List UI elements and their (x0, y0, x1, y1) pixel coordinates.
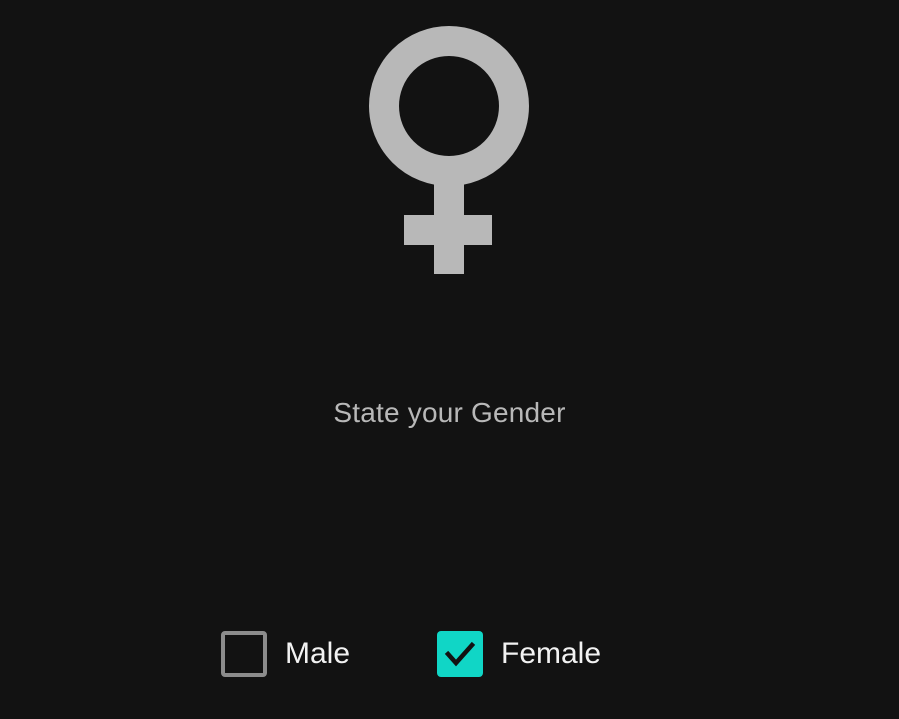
female-symbol-icon (369, 26, 529, 274)
male-option[interactable]: Male (221, 630, 350, 678)
checkmark-icon (444, 641, 476, 667)
gender-prompt: State your Gender (333, 397, 566, 428)
male-label[interactable]: Male (285, 637, 350, 671)
gender-selection-screen: State your Gender Male Female (0, 0, 899, 719)
female-option[interactable]: Female (437, 630, 601, 678)
female-label[interactable]: Female (501, 637, 601, 671)
gender-options: Male Female (0, 630, 899, 678)
female-checkbox[interactable] (437, 631, 483, 677)
male-checkbox[interactable] (221, 631, 267, 677)
